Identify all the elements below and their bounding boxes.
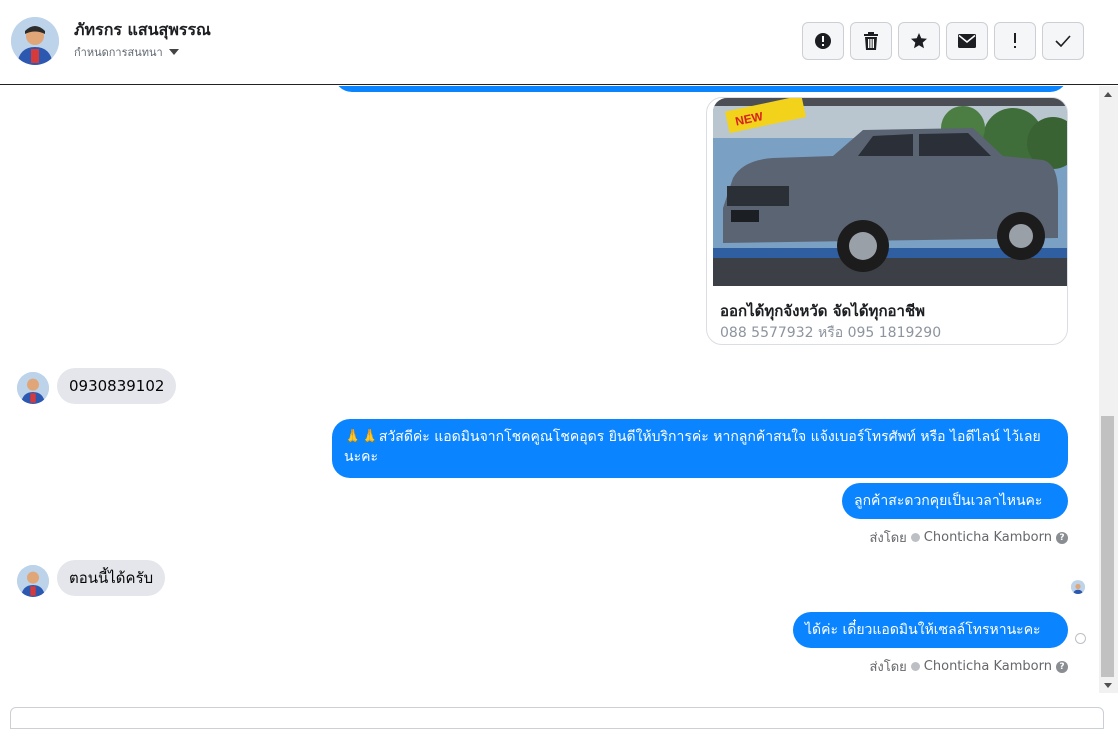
trash-icon — [864, 32, 878, 50]
mark-done-button[interactable] — [1042, 22, 1084, 60]
star-button[interactable] — [898, 22, 940, 60]
star-icon — [911, 33, 927, 49]
link-preview-card[interactable]: NEW ออกได้ทุกจังหวัด จัดได้ทุกอาชีพ 088 … — [706, 97, 1068, 345]
contact-avatar-small — [17, 565, 49, 597]
sent-by-prefix: ส่งโดย — [869, 660, 907, 675]
mark-unread-button[interactable] — [946, 22, 988, 60]
outgoing-message-bubble: ลูกค้าสะดวกคุยเป็นเวลาไหนคะ — [842, 483, 1068, 519]
alert-circle-icon — [815, 33, 831, 49]
scrollbar-thumb[interactable] — [1101, 416, 1114, 677]
help-icon[interactable]: ? — [1056, 531, 1068, 544]
outgoing-message-bubble: ได้ค่ะ เดี๋ยวแอดมินให้เซลล์โทรหานะคะ — [793, 612, 1068, 648]
verified-icon — [910, 533, 920, 542]
assign-label: กำหนดการสนทนา — [74, 46, 163, 59]
message-composer[interactable] — [10, 707, 1104, 729]
incoming-message-bubble: ตอนนี้ได้ครับ — [57, 560, 166, 596]
assign-conversation-dropdown[interactable]: กำหนดการสนทนา — [74, 43, 179, 61]
sent-by-label: ส่งโดย Chonticha Kamborn ? — [869, 656, 1068, 677]
check-icon — [1055, 35, 1071, 47]
scroll-up-arrow-icon[interactable] — [1104, 92, 1112, 97]
incoming-message-bubble: 0930839102 — [57, 368, 177, 404]
delete-button[interactable] — [850, 22, 892, 60]
help-icon[interactable]: ? — [1056, 660, 1068, 673]
follow-up-button[interactable] — [994, 22, 1036, 60]
verified-icon — [910, 662, 920, 671]
read-receipt-avatar — [1071, 580, 1085, 594]
sent-by-label: ส่งโดย Chonticha Kamborn ? — [869, 527, 1068, 548]
outgoing-message-bubble: 🙏🙏สวัสดีค่ะ แอดมินจากโชคคูณโชคอุดร ยินดี… — [332, 419, 1068, 478]
contact-avatar-small — [17, 372, 49, 404]
contact-avatar[interactable] — [11, 17, 59, 65]
contact-name: ภัทรกร แสนสุพรรณ — [74, 20, 211, 39]
scroll-down-arrow-icon[interactable] — [1104, 683, 1112, 688]
exclamation-icon — [1014, 33, 1016, 48]
caret-down-icon — [168, 49, 179, 55]
previous-outgoing-bubble — [334, 86, 1068, 92]
conversation-header: ภัทรกร แสนสุพรรณ กำหนดการสนทนา — [0, 0, 1118, 85]
report-spam-button[interactable] — [802, 22, 844, 60]
card-title: ออกได้ทุกจังหวัด จัดได้ทุกอาชีพ — [720, 302, 926, 320]
card-subtitle: 088 5577932 หรือ 095 1819290 — [720, 325, 942, 341]
message-thread[interactable]: NEW ออกได้ทุกจังหวัด จัดได้ทุกอาชีพ 088 … — [0, 86, 1099, 707]
sent-by-agent: Chonticha Kamborn — [923, 659, 1052, 674]
sent-by-prefix: ส่งโดย — [869, 531, 907, 546]
car-image: NEW — [713, 98, 1067, 286]
sent-by-agent: Chonticha Kamborn — [923, 530, 1052, 545]
delivered-check-icon — [1075, 633, 1086, 644]
envelope-icon — [958, 34, 976, 48]
action-toolbar — [802, 22, 1084, 60]
